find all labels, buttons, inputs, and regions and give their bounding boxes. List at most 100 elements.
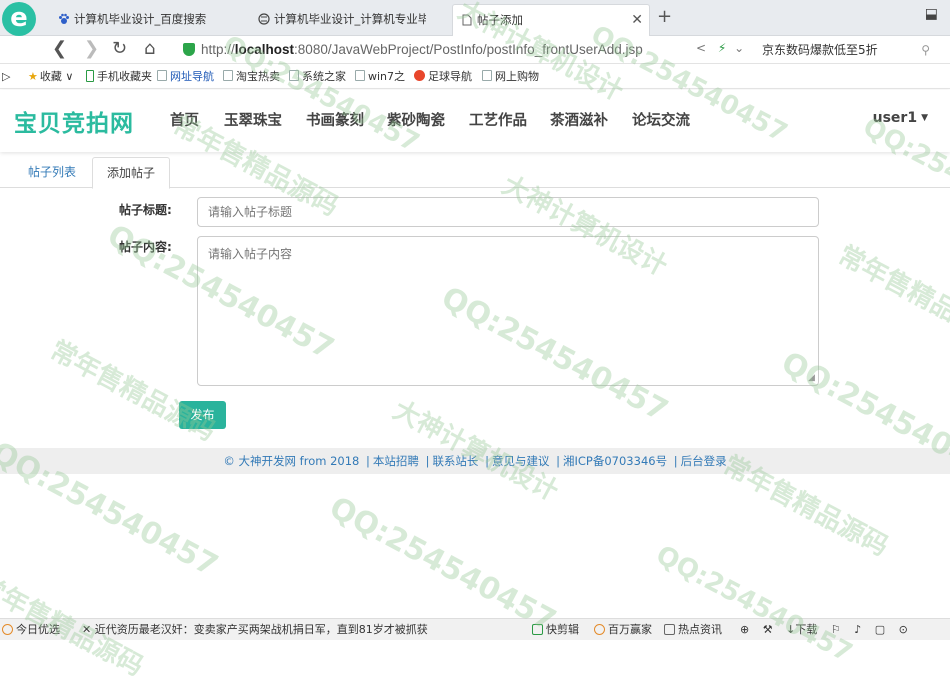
user-menu[interactable]: user1 ▼ — [873, 110, 928, 126]
status-news[interactable]: ✕ 近代资历最老汉奸：变卖家产买两架战机捐日军，直到81岁才被抓获 — [82, 619, 428, 640]
nav-home[interactable]: 首页 — [170, 109, 199, 130]
tab-graduation-design[interactable]: 计算机毕业设计_计算机专业毕 — [258, 8, 426, 30]
status-today-label: 今日优选 — [16, 623, 60, 636]
phone-icon — [86, 70, 94, 82]
status-winner[interactable]: 百万赢家 — [594, 619, 652, 640]
watermark-qq: QQ:254540457 — [323, 490, 562, 639]
speed-icon[interactable]: ⚡ — [718, 41, 726, 55]
earth-icon[interactable]: ⊕ — [740, 623, 749, 636]
new-tab-icon[interactable]: + — [657, 6, 672, 27]
bookmark-label: 手机收藏夹 — [97, 70, 152, 83]
status-tool-label: 热点资讯 — [678, 623, 722, 636]
content-tabs: 帖子列表 添加帖子 — [0, 152, 950, 189]
share-icon[interactable]: < — [696, 41, 706, 55]
bookmark-label: 系统之家 — [302, 70, 346, 83]
tools-icon[interactable]: ⚒ — [763, 623, 773, 636]
star-icon: ★ — [28, 70, 38, 83]
nav-jade-jewelry[interactable]: 玉翠珠宝 — [224, 109, 282, 130]
bookmark-mobile[interactable]: 手机收藏夹 — [86, 65, 152, 89]
username: user1 — [872, 110, 918, 126]
home-icon[interactable]: ⌂ — [144, 39, 155, 59]
url-prefix: http:// — [201, 42, 235, 57]
tab-baidu-search[interactable]: 计算机毕业设计_百度搜索 — [58, 8, 248, 30]
bookmark-nav[interactable]: 网址导航 — [157, 65, 214, 89]
back-icon[interactable]: ❮ — [52, 39, 67, 59]
nav-tea-wine[interactable]: 茶酒滋补 — [550, 109, 608, 130]
content-label: 帖子内容: — [119, 240, 172, 254]
bookmark-label: 网上购物 — [495, 70, 539, 83]
page-icon — [289, 70, 299, 81]
coin-icon — [594, 624, 605, 635]
window-menu-icon[interactable]: ⬓ — [925, 6, 938, 22]
footer-link-contact[interactable]: 联系站长 — [432, 454, 478, 468]
footer-link-admin-login[interactable]: 后台登录 — [681, 454, 727, 468]
close-icon[interactable]: ✕ — [631, 5, 643, 35]
nav-crafts[interactable]: 工艺作品 — [469, 109, 527, 130]
bookmark-football[interactable]: 足球导航 — [414, 65, 472, 89]
window-icon[interactable]: ▢ — [875, 623, 885, 636]
address-tools: < ⚡ ⌄ — [696, 41, 744, 55]
page-icon — [157, 70, 167, 81]
download-icon[interactable]: ↓ — [786, 623, 795, 636]
page-icon — [461, 7, 473, 26]
status-quick-edit[interactable]: 快剪辑 — [532, 619, 579, 640]
footer-copyright[interactable]: © 大神开发网 from 2018 — [223, 454, 359, 468]
refresh-icon[interactable]: ↻ — [112, 39, 127, 59]
status-tool-label: 百万赢家 — [608, 623, 652, 636]
footer-link-feedback[interactable]: 意见与建议 — [492, 454, 550, 468]
tab-label: 计算机毕业设计_百度搜索 — [74, 12, 207, 26]
sidebar-toggle-icon[interactable]: ▷ — [2, 65, 10, 89]
page-icon — [355, 70, 365, 81]
tab-label: 帖子添加 — [477, 13, 523, 27]
status-news-text: 近代资历最老汉奸：变卖家产买两架战机捐日军，直到81岁才被抓获 — [94, 623, 428, 636]
tab-post-list[interactable]: 帖子列表 — [14, 157, 90, 188]
bookmark-taobao[interactable]: 淘宝热卖 — [223, 65, 280, 89]
browser-logo-icon[interactable]: e — [2, 2, 36, 36]
post-content-textarea[interactable] — [197, 236, 819, 386]
baidu-paw-icon — [58, 10, 70, 24]
bookmark-win7[interactable]: win7之 — [355, 65, 405, 89]
status-tool-label[interactable]: 下载 — [795, 623, 817, 636]
caret-down-icon: ▼ — [921, 113, 928, 123]
site-brand[interactable]: 宝贝竞拍网 — [14, 104, 134, 138]
search-icon[interactable]: ⚲ — [921, 39, 930, 61]
flag-icon[interactable]: ⚐ — [831, 623, 841, 636]
bookmark-label: 收藏 — [39, 70, 62, 83]
tab-add-post[interactable]: 添加帖子 — [92, 157, 171, 189]
site-footer: © 大神开发网 from 2018 | 本站招聘 | 联系站长 | 意见与建议 | 湘I… — [0, 448, 950, 474]
browser-tab-bar: e 计算机毕业设计_百度搜索 计算机毕业设计_计算机专业毕 帖子添加 ✕ + ⬓ — [0, 0, 950, 36]
search-input[interactable]: 京东数码爆款低至5折 ⚲ — [762, 39, 942, 61]
status-today[interactable]: 今日优选 — [2, 619, 60, 640]
publish-button[interactable]: 发布 — [179, 401, 226, 429]
status-bar-icons: ⊕ ⚒ ↓下载 ⚐ ♪ ▢ ⊙ — [740, 619, 908, 640]
search-text: 京东数码爆款低至5折 — [762, 43, 878, 57]
bookmark-label: win7之 — [368, 70, 406, 83]
nav-calligraphy[interactable]: 书画篆刻 — [306, 109, 364, 130]
title-label: 帖子标题: — [119, 203, 172, 217]
post-title-input[interactable] — [197, 197, 819, 227]
tab-post-add[interactable]: 帖子添加 ✕ — [452, 4, 650, 36]
deals-icon — [2, 624, 13, 635]
zoom-icon[interactable]: ⊙ — [899, 623, 908, 636]
bookmark-system[interactable]: 系统之家 — [289, 65, 346, 89]
football-icon — [414, 70, 425, 81]
resize-handle-icon[interactable]: ◢ — [808, 374, 817, 383]
forward-icon[interactable]: ❯ — [84, 39, 99, 59]
status-hot-news[interactable]: 热点资讯 — [664, 619, 722, 640]
watermark-qq: QQ:254540457 — [650, 540, 857, 669]
sound-icon[interactable]: ♪ — [854, 623, 861, 636]
footer-link-jobs[interactable]: 本站招聘 — [373, 454, 419, 468]
chevron-down-icon[interactable]: ⌄ — [734, 41, 744, 55]
nav-pottery[interactable]: 紫砂陶瓷 — [387, 109, 445, 130]
page-icon — [223, 70, 233, 81]
bookmark-shopping[interactable]: 网上购物 — [482, 65, 539, 89]
bookmark-favorites[interactable]: ★ 收藏 ∨ — [28, 65, 73, 89]
nav-forum[interactable]: 论坛交流 — [632, 109, 690, 130]
status-tool-label: 快剪辑 — [546, 623, 579, 636]
url-input[interactable]: http://localhost:8080/JavaWebProject/Pos… — [183, 39, 693, 61]
tab-label: 计算机毕业设计_计算机专业毕 — [274, 12, 426, 26]
address-bar: ❮ ❯ ↻ ⌂ http://localhost:8080/JavaWebPro… — [0, 36, 950, 64]
bookmark-label: 网址导航 — [170, 70, 214, 83]
footer-link-icp[interactable]: 湘ICP备0703346号 — [563, 454, 667, 468]
bookmark-label: 足球导航 — [428, 70, 472, 83]
